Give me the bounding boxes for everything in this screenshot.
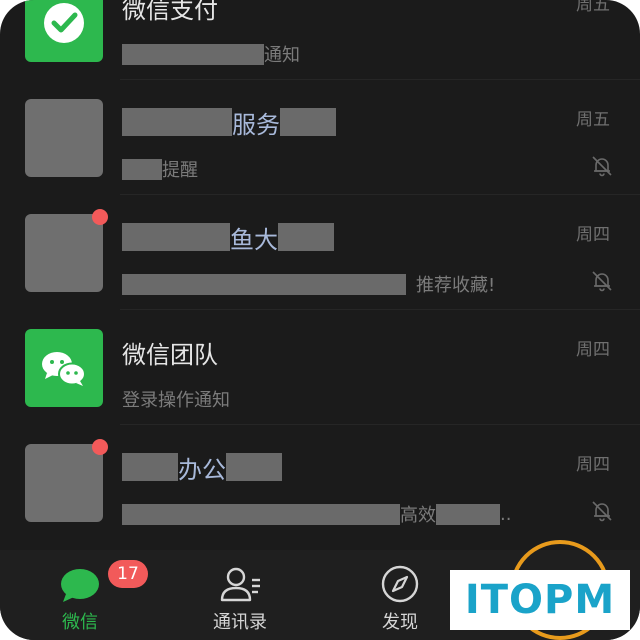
chat-subtitle: 推荐收藏! (122, 272, 495, 296)
compass-icon (381, 565, 419, 603)
avatar (25, 444, 103, 522)
tab-chats[interactable]: 17 微信 (20, 550, 148, 640)
wechat-logo-icon (42, 352, 86, 386)
wechat-pay-avatar (25, 0, 103, 62)
chat-date: 周四 (576, 225, 610, 245)
chat-date: 周四 (576, 340, 610, 360)
tab-label: 通讯录 (213, 612, 267, 633)
redacted-block (122, 223, 230, 251)
tab-label: 发现 (382, 612, 418, 633)
unread-count-badge: 17 (108, 560, 148, 588)
redacted-block (122, 108, 232, 136)
tab-contacts[interactable]: 通讯录 (180, 550, 300, 640)
chat-title: 鱼大 (122, 223, 334, 254)
chat-date: 周五 (576, 0, 610, 15)
wechat-team-avatar (25, 329, 103, 407)
redacted-block (280, 108, 336, 136)
redacted-block (278, 223, 334, 251)
chat-subtitle: 通知 (122, 42, 300, 66)
mute-bell-icon (592, 271, 612, 292)
unread-dot (92, 439, 108, 455)
mute-bell-icon (592, 501, 612, 522)
chat-item-wechat-pay[interactable]: 微信支付 通知 周五 (0, 0, 640, 80)
chat-title: 办公 (122, 453, 282, 484)
chat-item-yuda[interactable]: 鱼大 推荐收藏! 周四 (0, 195, 640, 310)
chat-item-office[interactable]: 办公 高效 .. 周四 (0, 425, 640, 540)
subtitle-text: 提醒 (162, 160, 198, 181)
watermark-text: ITOPM (464, 577, 616, 623)
subtitle-text: 高效 (400, 505, 436, 526)
subtitle-text: 通知 (264, 45, 300, 66)
chat-subtitle: 登录操作通知 (122, 390, 230, 411)
redacted-block (122, 503, 400, 525)
redacted-block (436, 503, 500, 525)
chat-title: 服务 (122, 108, 336, 139)
chat-subtitle: 高效 .. (122, 502, 511, 526)
redacted-block (226, 453, 282, 481)
title-text: 服务 (232, 110, 280, 139)
chat-title: 微信团队 (122, 340, 218, 369)
avatar (25, 99, 103, 177)
tab-label: 微信 (62, 612, 98, 633)
redacted-block (122, 43, 264, 65)
chat-subtitle: 提醒 (122, 157, 198, 181)
subtitle-text: 推荐收藏! (416, 275, 496, 296)
chat-title: 微信支付 (122, 0, 218, 24)
redacted-block (122, 453, 178, 481)
wechat-pay-icon (44, 3, 84, 43)
subtitle-ellipsis: .. (500, 503, 512, 525)
chat-date: 周四 (576, 455, 610, 475)
avatar (25, 214, 103, 292)
chat-bubble-icon (61, 569, 99, 602)
title-text: 鱼大 (230, 225, 278, 254)
contacts-icon (220, 567, 260, 602)
redacted-block (122, 158, 162, 180)
tab-discover[interactable]: 发现 (340, 550, 460, 640)
title-text: 办公 (178, 455, 226, 484)
chat-date: 周五 (576, 110, 610, 130)
mute-bell-icon (592, 156, 612, 177)
chat-list: 微信支付 通知 周五 服务 提醒 周五 鱼大 推荐收藏! 周四 微信团队 登录操… (0, 0, 640, 550)
phone-screen: 微信支付 通知 周五 服务 提醒 周五 鱼大 推荐收藏! 周四 微信团队 登录操… (0, 0, 640, 640)
chat-item-service[interactable]: 服务 提醒 周五 (0, 80, 640, 195)
unread-dot (92, 209, 108, 225)
watermark-logo: ITOPM (450, 570, 630, 630)
chat-item-wechat-team[interactable]: 微信团队 登录操作通知 周四 (0, 310, 640, 425)
redacted-block (122, 273, 406, 295)
